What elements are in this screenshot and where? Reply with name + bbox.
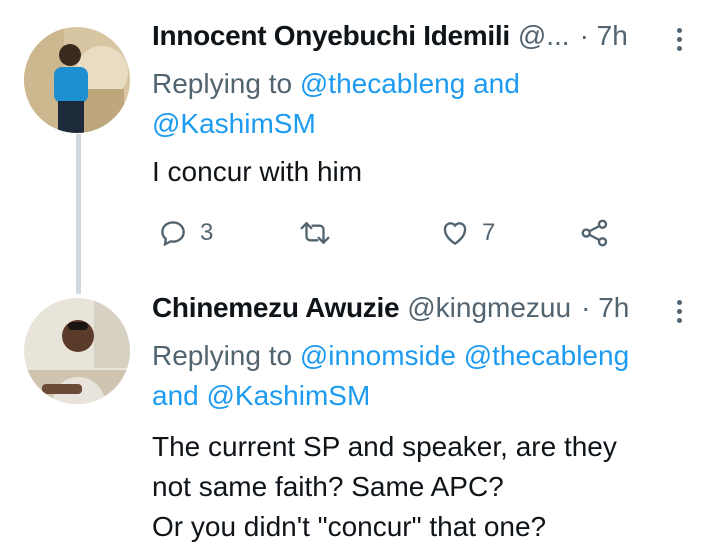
thread-line <box>76 134 81 294</box>
share-icon <box>581 219 608 247</box>
display-name[interactable]: Chinemezu Awuzie <box>152 292 400 324</box>
handle[interactable]: @kingmezuu <box>407 292 571 324</box>
mention-link[interactable]: @KashimSM <box>207 380 371 411</box>
timestamp[interactable]: · 7h <box>581 292 629 324</box>
avatar[interactable] <box>24 298 130 404</box>
share-button[interactable] <box>580 218 610 248</box>
tweet-text: I concur with him <box>152 156 363 187</box>
handle[interactable]: @... <box>518 20 570 52</box>
tweet-text-line: The current SP and speaker, are they <box>152 431 617 462</box>
tweet-header: Innocent Onyebuchi Idemili @... · 7h <box>152 20 628 52</box>
more-icon[interactable] <box>677 296 682 327</box>
mention-link[interactable]: @innomside <box>300 340 456 371</box>
replying-to: Replying to @innomside @thecableng and @… <box>152 336 629 416</box>
and-word: and <box>465 68 520 99</box>
like-button[interactable]: 7 <box>440 218 495 248</box>
mention-link[interactable]: @thecableng <box>464 340 629 371</box>
retweet-button[interactable] <box>298 218 332 248</box>
display-name[interactable]: Innocent Onyebuchi Idemili <box>152 20 510 52</box>
replying-to-label: Replying to <box>152 340 300 371</box>
replying-to-label: Replying to <box>152 68 300 99</box>
tweet-header: Chinemezu Awuzie @kingmezuu · 7h <box>152 292 629 324</box>
replying-to: Replying to @thecableng and @KashimSM <box>152 64 520 144</box>
reply-icon <box>161 221 185 247</box>
more-icon[interactable] <box>677 24 682 55</box>
retweet-icon <box>300 222 330 244</box>
mention-link[interactable]: @KashimSM <box>152 108 316 139</box>
mention-link[interactable]: @thecableng <box>300 68 465 99</box>
tweet-text-line: Or you didn't "concur" that one? <box>152 511 547 542</box>
like-count: 7 <box>482 219 496 246</box>
tweet-text: The current SP and speaker, are they not… <box>152 427 617 547</box>
timestamp[interactable]: · 7h <box>580 20 628 52</box>
reply-button[interactable]: 3 <box>158 218 213 248</box>
and-word: and <box>152 380 207 411</box>
tweet-text-line: not same faith? Same APC? <box>152 471 504 502</box>
reply-count: 3 <box>200 219 214 246</box>
like-icon <box>443 222 467 246</box>
avatar[interactable] <box>24 27 130 133</box>
